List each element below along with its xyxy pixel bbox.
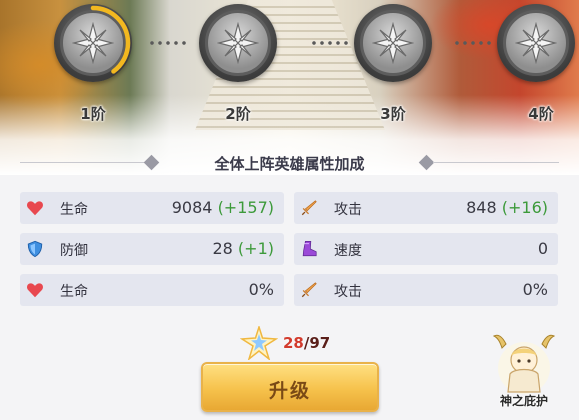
stage-node-3[interactable] — [354, 4, 432, 82]
sword-icon — [301, 282, 317, 298]
blessing-label: 神之庇护 — [499, 394, 548, 408]
stat-value: 28 — [212, 239, 233, 258]
section-header: 全体上阵英雄属性加成 — [0, 150, 579, 176]
emblem-icon — [72, 22, 114, 64]
boot-icon — [302, 240, 317, 257]
stage-node-4[interactable] — [497, 4, 575, 82]
stage-connector — [148, 41, 188, 45]
stat-hp-percent: 生命 0% — [20, 274, 284, 306]
divider — [433, 162, 559, 163]
blessing-button[interactable]: 神之庇护 — [484, 330, 564, 414]
sword-icon — [301, 200, 317, 216]
stage-node-1[interactable] — [54, 4, 132, 82]
emblem-icon — [372, 22, 414, 64]
stat-bonus: (+1) — [237, 239, 274, 258]
star-material-icon — [240, 326, 278, 360]
stat-value: 0 — [537, 239, 548, 258]
cost-have: 28 — [283, 334, 304, 352]
stat-bonus: (+16) — [501, 198, 548, 217]
stat-defense: 防御 28 (+1) — [20, 233, 284, 265]
stage-connector — [453, 41, 493, 45]
stat-value: 0% — [248, 280, 274, 299]
stage-node-2[interactable] — [199, 4, 277, 82]
section-title: 全体上阵英雄属性加成 — [214, 155, 365, 173]
stat-name: 防御 — [60, 243, 88, 259]
stat-value: 0% — [522, 280, 548, 299]
stat-name: 攻击 — [334, 284, 362, 300]
stat-hp: 生命 9084 (+157) — [20, 192, 284, 224]
stat-name: 生命 — [60, 202, 88, 218]
stat-name: 速度 — [334, 243, 362, 259]
stat-attack-percent: 攻击 0% — [294, 274, 558, 306]
stat-attack: 攻击 848 (+16) — [294, 192, 558, 224]
cost-need: 97 — [309, 334, 331, 352]
shield-icon — [27, 240, 43, 258]
stage-label-3: 3阶 — [380, 105, 406, 123]
deity-avatar-icon — [492, 334, 556, 394]
upgrade-button[interactable]: 升级 — [201, 362, 379, 412]
upgrade-button-label: 升级 — [268, 380, 311, 402]
stage-label-2: 2阶 — [225, 105, 251, 123]
stat-name: 生命 — [60, 284, 88, 300]
stage-label-1: 1阶 — [80, 105, 106, 123]
stage-connector — [310, 41, 350, 45]
stat-speed: 速度 0 — [294, 233, 558, 265]
heart-icon — [27, 283, 43, 298]
stat-value: 9084 — [171, 198, 213, 217]
stage-label-4: 4阶 — [528, 105, 554, 123]
emblem-icon — [515, 22, 557, 64]
stat-name: 攻击 — [334, 202, 362, 218]
emblem-icon — [217, 22, 259, 64]
heart-icon — [27, 201, 43, 216]
stat-value: 848 — [466, 198, 497, 217]
stat-bonus: (+157) — [217, 198, 274, 217]
